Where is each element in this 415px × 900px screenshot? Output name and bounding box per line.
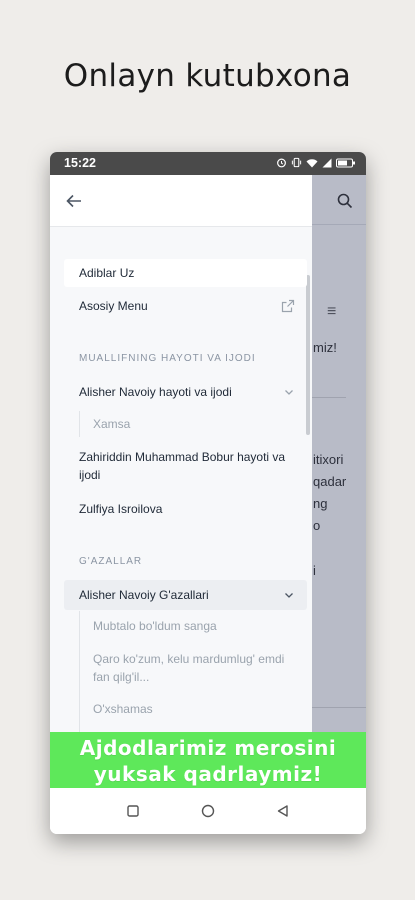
sub-item-gazal[interactable]: Qaro ko'zum, kelu mardumlug' emdi fan qi… — [93, 650, 298, 686]
sub-item-xamsa[interactable]: Xamsa — [93, 415, 298, 433]
banner-line-2: yuksak qadrlaymiz! — [93, 762, 323, 786]
external-link-icon — [281, 299, 295, 313]
chevron-down-icon — [285, 390, 293, 395]
nav-item-label: Asosiy Menu — [79, 299, 148, 313]
banner-line-1: Ajdodlarimiz merosini — [79, 736, 337, 760]
nav-item-adiblar-uz[interactable]: Adiblar Uz — [64, 259, 307, 287]
nav-item-label: Alisher Navoiy hayoti va ijodi — [79, 385, 232, 399]
drawer-header — [50, 175, 312, 227]
status-time: 15:22 — [64, 156, 96, 170]
nav-item-alisher-navoiy-hayoti[interactable]: Alisher Navoiy hayoti va ijodi — [64, 378, 307, 406]
promo-banner: Ajdodlarimiz merosini yuksak qadrlaymiz! — [50, 732, 366, 788]
nav-item-asosiy-menu[interactable]: Asosiy Menu — [64, 292, 307, 320]
phone-screen: 15:22 ≡ miz! itixori qadar ng o i Adibla… — [50, 152, 366, 834]
chevron-down-icon — [285, 593, 293, 598]
back-icon[interactable] — [275, 803, 291, 819]
wifi-icon — [306, 158, 318, 167]
section-title: MUALLIFNING HAYOTI VA IJODI — [79, 353, 256, 364]
nav-item-label: Alisher Navoiy G'azallari — [79, 588, 209, 602]
recent-apps-icon[interactable] — [125, 803, 141, 819]
navigation-drawer: Adiblar Uz Asosiy Menu MUALLIFNING HAYOT… — [50, 175, 312, 788]
sub-item-gazal[interactable]: O'xshamas — [93, 700, 298, 718]
alarm-icon — [277, 158, 286, 168]
promo-title: Onlayn kutubxona — [63, 58, 352, 94]
section-title: G'AZALLAR — [79, 556, 143, 567]
nav-item-zahiriddin-bobur[interactable]: Zahiriddin Muhammad Bobur hayoti va ijod… — [64, 445, 307, 487]
nav-item-label: Zahiriddin Muhammad Bobur hayoti va ijod… — [79, 450, 286, 482]
signal-icon — [322, 158, 332, 167]
status-bar: 15:22 — [50, 152, 366, 175]
nav-item-label: Adiblar Uz — [79, 266, 135, 280]
back-arrow-icon[interactable] — [64, 191, 84, 211]
nav-item-label: Zulfiya Isroilova — [79, 502, 163, 516]
nav-item-alisher-navoiy-gazallari[interactable]: Alisher Navoiy G'azallari — [64, 580, 307, 610]
tree-guide-line — [79, 411, 80, 437]
system-navigation-bar — [50, 788, 366, 834]
vibrate-icon — [291, 157, 302, 168]
home-icon[interactable] — [200, 803, 216, 819]
battery-icon — [336, 158, 355, 167]
nav-item-zulfiya-isroilova[interactable]: Zulfiya Isroilova — [64, 495, 307, 523]
sub-item-gazal[interactable]: Mubtalo bo'ldum sanga — [93, 617, 298, 635]
